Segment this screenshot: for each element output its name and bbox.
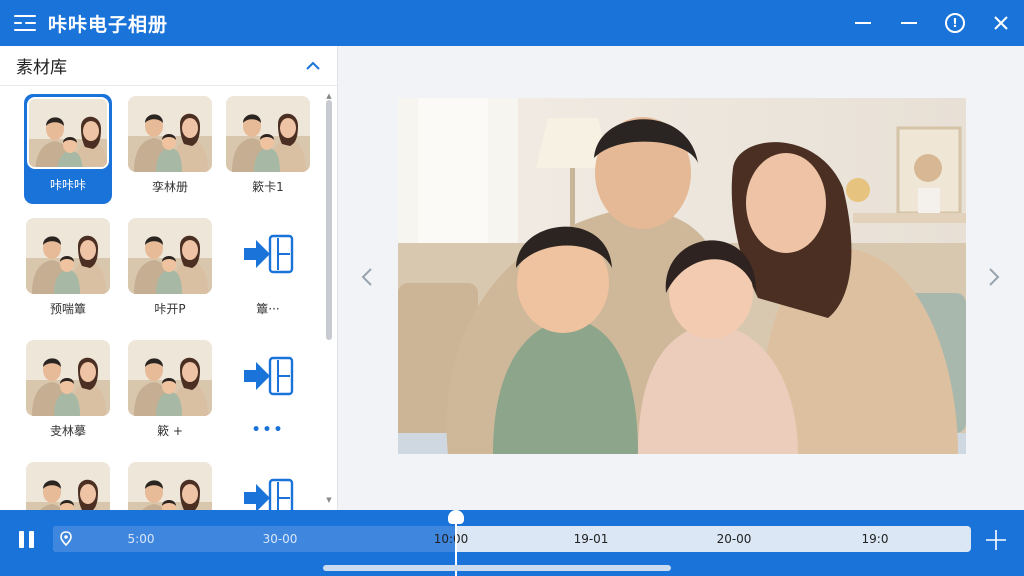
- timeline-track[interactable]: 5:00 30-00 10:00 19-01 20-00 19:0: [53, 526, 971, 552]
- thumbnail-label: 簌卡1: [252, 180, 284, 194]
- timeline-bar: 5:00 30-00 10:00 19-01 20-00 19:0: [0, 510, 1024, 576]
- timeline-tick-label: 30-00: [262, 532, 298, 546]
- thumbnail-item[interactable]: 预喘簟: [24, 216, 112, 326]
- timeline-tick-label: 19:0: [861, 532, 889, 546]
- minimize-icon: [855, 22, 871, 24]
- panel-title: 素材库: [16, 58, 67, 78]
- more-dots: •••: [251, 422, 285, 438]
- timeline-played: [53, 526, 455, 552]
- thumbnail-label: 簟···: [256, 302, 280, 316]
- thumbnail-image: [26, 218, 110, 294]
- thumbnail-image: [128, 340, 212, 416]
- close-icon: [994, 16, 1008, 30]
- prev-photo-button[interactable]: [357, 262, 377, 292]
- import-item[interactable]: [224, 460, 312, 510]
- thumbnail-image: [27, 97, 109, 169]
- chevron-right-icon: [989, 268, 1000, 286]
- crosshair-icon[interactable]: [984, 528, 1008, 552]
- next-photo-button[interactable]: [984, 262, 1004, 292]
- import-item[interactable]: •••: [224, 338, 312, 448]
- panel-header: 素材库: [0, 46, 337, 86]
- thumbnail-label: 叏林摹: [49, 424, 86, 438]
- family-photo-image: [398, 98, 966, 454]
- thumbnail-label: 咔开P: [154, 302, 186, 316]
- material-library-panel: 素材库 咔咔咔 孪林册 簌卡1 预喘簟 咔开P 簟··· 叏林摹 簌 + •••…: [0, 46, 338, 510]
- thumbnail-image: [26, 462, 110, 510]
- thumbnail-label: 孪林册: [151, 180, 188, 194]
- thumbnail-item[interactable]: 咔咔咔: [24, 94, 112, 204]
- horizontal-scrollbar[interactable]: [323, 565, 671, 571]
- import-item[interactable]: 簟···: [224, 216, 312, 326]
- menu-icon[interactable]: [14, 12, 36, 34]
- vertical-scrollbar[interactable]: ▲ ▼: [325, 92, 333, 504]
- preview-photo: [398, 98, 966, 454]
- thumbnail-item[interactable]: 簌卡1: [224, 94, 312, 204]
- thumbnail-image: [226, 96, 310, 172]
- preview-area: [339, 46, 1024, 510]
- timeline-tick-label: 20-00: [716, 532, 752, 546]
- thumbnail-image: [26, 340, 110, 416]
- scroll-up-arrow[interactable]: ▲: [325, 92, 333, 100]
- app-title: 咔咔电子相册: [48, 13, 169, 36]
- scroll-thumb[interactable]: [326, 100, 332, 340]
- thumbnail-image: [128, 462, 212, 510]
- timeline-tick-label: 19-01: [573, 532, 609, 546]
- thumbnail-image: [128, 218, 212, 294]
- restore-icon: [901, 22, 917, 24]
- minimize-button[interactable]: [840, 0, 886, 46]
- title-bar: 咔咔电子相册 !: [0, 0, 1024, 46]
- import-icon: [242, 356, 294, 400]
- info-icon: !: [945, 13, 965, 33]
- thumbnail-item[interactable]: 咔开P: [126, 216, 214, 326]
- timeline-tick-label: 5:00: [127, 532, 155, 546]
- pause-button[interactable]: [16, 528, 38, 552]
- restore-button[interactable]: [886, 0, 932, 46]
- timeline-tick-label: 10:00: [433, 532, 469, 546]
- window-controls: !: [840, 0, 1024, 46]
- thumbnail-item[interactable]: 簌 +: [126, 338, 214, 448]
- thumbnail-image: [128, 96, 212, 172]
- info-button[interactable]: !: [932, 0, 978, 46]
- thumbnail-item[interactable]: 孪林册: [126, 94, 214, 204]
- scroll-down-arrow[interactable]: ▼: [325, 496, 333, 504]
- close-button[interactable]: [978, 0, 1024, 46]
- thumbnail-label: 咔咔咔: [49, 178, 86, 192]
- marker-icon[interactable]: [59, 531, 73, 547]
- import-icon: [242, 478, 294, 510]
- playhead-handle[interactable]: [448, 510, 464, 524]
- thumbnail-item[interactable]: [24, 460, 112, 510]
- chevron-left-icon: [361, 268, 372, 286]
- thumbnail-item[interactable]: [126, 460, 214, 510]
- thumbnail-label: 簌 +: [157, 424, 183, 438]
- thumbnail-item[interactable]: 叏林摹: [24, 338, 112, 448]
- import-icon: [242, 234, 294, 278]
- chevron-up-icon[interactable]: [305, 61, 321, 71]
- thumbnail-label: 预喘簟: [49, 302, 86, 316]
